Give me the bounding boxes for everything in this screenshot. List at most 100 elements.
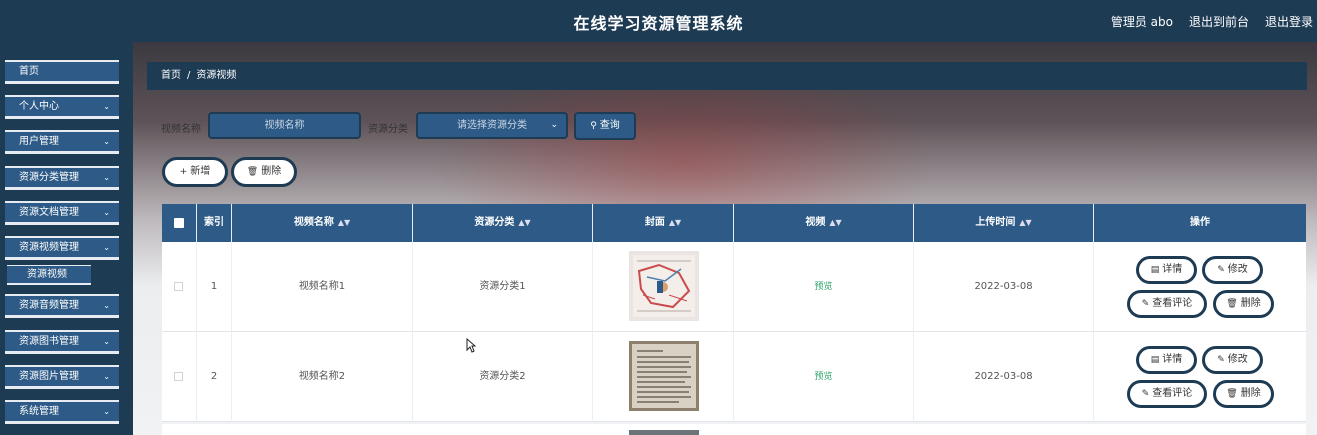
sidebar-item-resource-category[interactable]: 资源分类管理 ⌄ [5,166,119,190]
resource-category-select[interactable]: 请选择资源分类 ⌄ [416,112,568,139]
table-header: 索引 视频名称 ▲▼ 资源分类 ▲▼ 封面 ▲▼ 视频 ▲▼ 上传时间 ▲▼ 操作 [162,204,1306,242]
breadcrumb: 首页 / 资源视频 [147,62,1307,90]
sort-icon[interactable]: ▲▼ [518,218,530,227]
header-index: 索引 [197,204,232,242]
pencil-icon: ✎ [1217,265,1225,275]
sort-icon[interactable]: ▲▼ [338,218,350,227]
sidebar-item-label: 首页 [19,66,39,77]
detail-button[interactable]: ▤ 详情 [1136,256,1197,284]
sidebar-item-resource-audio[interactable]: 资源音频管理 ⌄ [5,294,119,318]
bulk-delete-button-label: 删除 [261,166,282,177]
header-label: 视频名称 [293,217,334,228]
row-actions: ▤ 详情 ✎ 修改 ✎ 查看评论 🗑 删除 [1094,332,1306,422]
chevron-down-icon: ⌄ [103,301,110,310]
row-video-name: 视频名称2 [232,332,413,422]
pencil-icon: ✎ [1217,355,1225,365]
delete-button[interactable]: 🗑 删除 [1213,290,1274,318]
sort-icon[interactable]: ▲▼ [829,218,841,227]
query-button-label: 查询 [599,120,620,131]
chevron-down-icon: ⌄ [103,208,110,217]
view-comments-button-label: 查看评论 [1152,388,1193,399]
cover-image-partial [629,430,699,435]
sidebar-item-system[interactable]: 系统管理 ⌄ [5,400,119,424]
breadcrumb-home[interactable]: 首页 [161,70,181,81]
delete-button[interactable]: 🗑 删除 [1213,380,1274,408]
sidebar-item-personal-center[interactable]: 个人中心 ⌄ [5,95,119,119]
delete-button-label: 删除 [1240,388,1261,399]
detail-button-label: 详情 [1162,264,1183,275]
sidebar-item-label: 资源音频管理 [19,300,79,311]
cover-image[interactable] [629,251,699,321]
sort-icon[interactable]: ▲▼ [669,218,681,227]
row-category: 资源分类1 [413,242,593,332]
query-button[interactable]: ⚲ 查询 [574,112,636,140]
bulk-delete-button[interactable]: 🗑 删除 [231,157,297,187]
row-checkbox[interactable] [174,282,183,291]
sidebar-item-resource-docs[interactable]: 资源文档管理 ⌄ [5,201,119,225]
sidebar-item-user-management[interactable]: 用户管理 ⌄ [5,130,119,154]
edit-button-label: 修改 [1227,264,1248,275]
sidebar-item-resource-books[interactable]: 资源图书管理 ⌄ [5,330,119,354]
chevron-down-icon: ⌄ [103,243,110,252]
mouse-cursor-icon [466,338,476,353]
sort-icon[interactable]: ▲▼ [1019,218,1031,227]
row-select [162,332,197,422]
header-label: 资源分类 [474,217,515,228]
trash-icon: 🗑 [1226,299,1238,309]
resource-category-label: 资源分类 [368,124,408,135]
chevron-down-icon: ⌄ [103,173,110,182]
header-category[interactable]: 资源分类 ▲▼ [413,204,593,242]
chevron-down-icon: ⌄ [550,120,558,130]
select-all-checkbox[interactable] [174,218,184,228]
to-front-link[interactable]: 退出到前台 [1189,13,1249,30]
trash-icon: 🗑 [246,167,259,177]
plus-icon: + [179,167,188,177]
detail-button[interactable]: ▤ 详情 [1136,346,1197,374]
sidebar-item-label: 用户管理 [19,136,59,147]
video-preview-link[interactable]: 预览 [814,282,832,292]
view-comments-button[interactable]: ✎ 查看评论 [1127,290,1207,318]
breadcrumb-separator: / [187,70,191,81]
sidebar-item-home[interactable]: 首页 [5,60,119,84]
sidebar-subitem-resource-video[interactable]: 资源视频 [7,265,91,285]
row-cover [593,332,734,422]
add-button[interactable]: + 新增 [162,157,228,187]
chevron-down-icon: ⌄ [103,137,110,146]
edit-button-label: 修改 [1227,354,1248,365]
row-video: 预览 [734,242,914,332]
header-video[interactable]: 视频 ▲▼ [734,204,914,242]
video-name-input[interactable]: 视频名称 [208,112,361,139]
row-upload-time: 2022-03-08 [914,242,1094,332]
pencil-icon: ✎ [1141,389,1150,399]
header-actions: 操作 [1094,204,1306,242]
view-comments-button-label: 查看评论 [1152,298,1193,309]
row-select [162,242,197,332]
view-comments-button[interactable]: ✎ 查看评论 [1127,380,1207,408]
row-cover [593,242,734,332]
logout-link[interactable]: 退出登录 [1265,13,1313,30]
header-label: 索引 [204,217,224,228]
table-row-partial [162,424,1306,435]
video-name-label: 视频名称 [161,124,201,135]
sidebar-item-label: 资源图书管理 [19,336,79,347]
row-index: 1 [197,242,232,332]
cover-image[interactable] [629,341,699,411]
edit-button[interactable]: ✎ 修改 [1202,346,1263,374]
header-label: 封面 [644,217,665,228]
table-row: 1 视频名称1 资源分类1 预览 2022-03-08 ▤ 详情 ✎ 修改 ✎ 查看评… [162,242,1306,332]
row-actions: ▤ 详情 ✎ 修改 ✎ 查看评论 🗑 删除 [1094,242,1306,332]
chevron-down-icon: ⌄ [103,407,110,416]
edit-button[interactable]: ✎ 修改 [1202,256,1263,284]
sidebar-item-label: 系统管理 [19,406,59,417]
chevron-down-icon: ⌄ [103,337,110,346]
header-video-name[interactable]: 视频名称 ▲▼ [232,204,413,242]
resource-category-placeholder: 请选择资源分类 [457,120,527,131]
row-index: 2 [197,332,232,422]
header-cover[interactable]: 封面 ▲▼ [593,204,734,242]
row-category: 资源分类2 [413,332,593,422]
sidebar-item-resource-images[interactable]: 资源图片管理 ⌄ [5,365,119,389]
video-preview-link[interactable]: 预览 [814,372,832,382]
header-upload-time[interactable]: 上传时间 ▲▼ [914,204,1094,242]
row-checkbox[interactable] [174,372,183,381]
sidebar-item-resource-videos[interactable]: 资源视频管理 ⌄ [5,236,119,260]
